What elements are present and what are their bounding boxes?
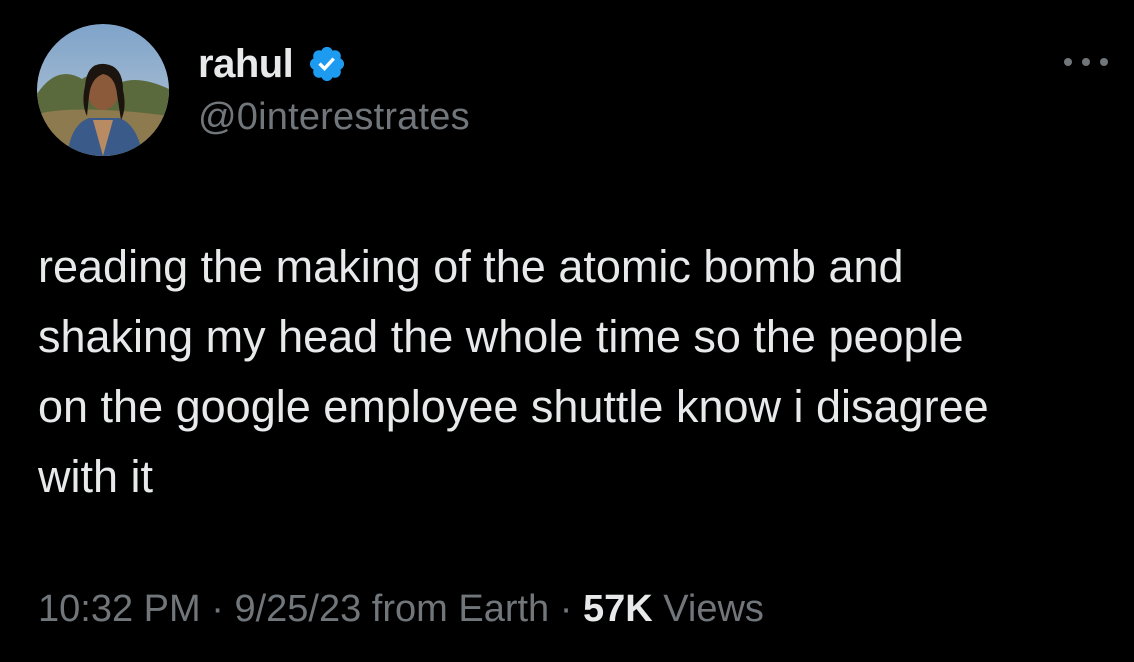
avatar[interactable]	[37, 24, 169, 156]
verified-badge-icon[interactable]	[307, 44, 347, 84]
tweet-text: reading the making of the atomic bomb an…	[38, 241, 989, 502]
display-name[interactable]: rahul	[198, 42, 294, 87]
avatar-image	[37, 24, 169, 156]
dot	[1082, 58, 1090, 66]
tweet-time[interactable]: 10:32 PM	[38, 588, 201, 630]
dot	[1064, 58, 1072, 66]
tweet-card: rahul @0interestrates reading the making…	[0, 0, 1134, 662]
dot	[1100, 58, 1108, 66]
tweet-source: from Earth	[361, 588, 550, 630]
more-options-icon[interactable]	[1064, 50, 1108, 74]
tweet-date[interactable]: 9/25/23	[234, 588, 361, 630]
author-info: rahul @0interestrates	[198, 38, 470, 139]
name-row: rahul	[198, 38, 470, 90]
tweet-metadata: 10:32 PM · 9/25/23 from Earth · 57K View…	[38, 588, 764, 631]
separator: ·	[200, 588, 235, 630]
views-count[interactable]: 57K	[583, 588, 653, 630]
user-handle[interactable]: @0interestrates	[198, 96, 470, 139]
views-label: Views	[652, 588, 764, 630]
separator: ·	[549, 588, 583, 630]
